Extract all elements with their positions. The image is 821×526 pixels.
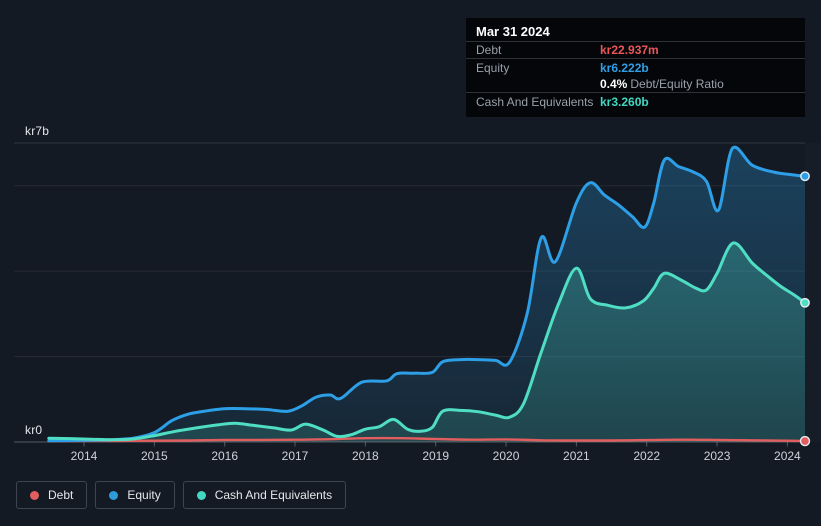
x-axis-tick-label-2020: 2020: [492, 449, 520, 463]
tooltip-equity-row: Equity kr6.222b: [466, 59, 805, 76]
legend-label-equity: Equity: [127, 488, 161, 502]
x-axis-tick-label-2022: 2022: [633, 449, 661, 463]
legend-item-cash-and-equivalents[interactable]: Cash And Equivalents: [182, 481, 347, 509]
y-axis-label-bottom: kr0: [25, 423, 43, 437]
debt-series-color-dot: [30, 490, 39, 500]
x-axis-tick-label-2014: 2014: [70, 449, 98, 463]
x-axis-tick-label-2017: 2017: [281, 449, 309, 463]
tooltip: Mar 31 2024 Debt kr22.937m Equity kr6.22…: [466, 18, 805, 117]
tooltip-cash-value: kr3.260b: [600, 94, 649, 109]
tooltip-cash-row: Cash And Equivalents kr3.260b: [466, 93, 805, 110]
tooltip-ratio-row: 0.4% Debt/Equity Ratio: [466, 76, 805, 93]
x-axis-tick-label-2021: 2021: [563, 449, 590, 463]
tooltip-debt-label: Debt: [476, 43, 502, 57]
equity-endpoint-dot: [800, 171, 810, 182]
legend-item-equity[interactable]: Equity: [95, 481, 175, 509]
x-axis-tick-label-2018: 2018: [352, 449, 379, 463]
tooltip-date: Mar 31 2024: [466, 18, 805, 42]
x-axis-tick-label-2019: 2019: [422, 449, 450, 463]
legend-label-debt: Debt: [48, 488, 74, 502]
x-axis-tick-label-2015: 2015: [140, 449, 168, 463]
tooltip-ratio-label: Debt/Equity Ratio: [630, 77, 724, 91]
cash-and-equivalents-series-color-dot: [196, 490, 206, 500]
tooltip-debt-equity-ratio: 0.4% Debt/Equity Ratio: [600, 77, 795, 91]
future-period-band: [805, 143, 821, 442]
x-axis-tick-label-2023: 2023: [703, 449, 731, 463]
y-axis-label-top: kr7b: [25, 124, 50, 138]
tooltip-equity-value: kr6.222b: [600, 60, 649, 75]
legend-item-debt[interactable]: Debt: [16, 481, 88, 509]
tooltip-debt-row: Debt kr22.937m: [466, 42, 805, 59]
legend-label-cash-and-equivalents: Cash And Equivalents: [214, 488, 333, 502]
tooltip-cash-label: Cash And Equivalents: [476, 94, 594, 109]
tooltip-ratio-value: 0.4%: [600, 77, 628, 91]
x-axis-tick-label-2016: 2016: [211, 449, 239, 463]
debt-equity-history-chart: kr7b kr0 2014 2015 2016 2017 2018 2019 2020 202…: [0, 0, 821, 526]
equity-series-color-dot: [109, 490, 119, 500]
cash-and-equivalents-endpoint-dot: [800, 297, 810, 308]
debt-endpoint-dot: [799, 435, 811, 447]
legend: Debt Equity Cash And Equivalents: [16, 481, 347, 509]
tooltip-debt-value: kr22.937m: [600, 43, 659, 57]
x-axis-tick-label-2024: 2024: [774, 449, 801, 463]
tooltip-equity-label: Equity: [476, 60, 510, 75]
